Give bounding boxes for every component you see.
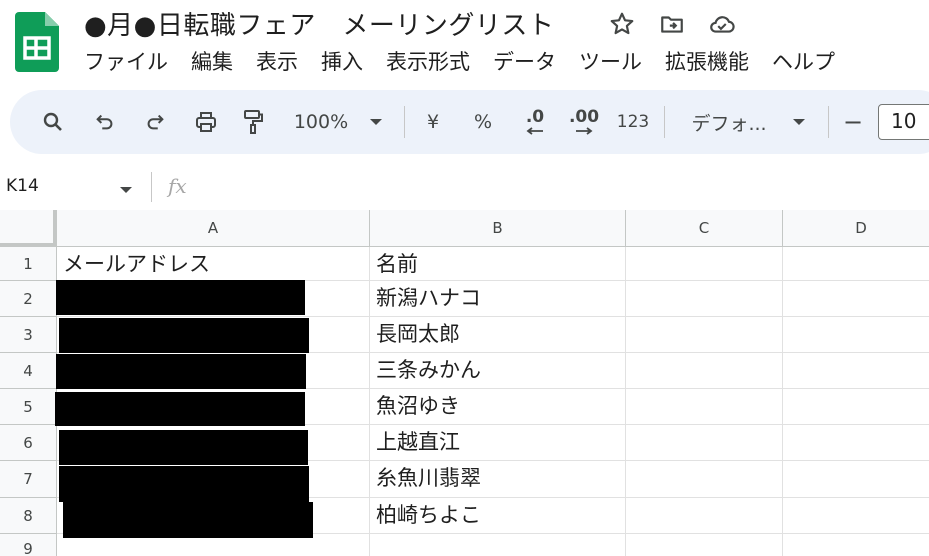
cell-d9[interactable] — [783, 534, 929, 556]
cell-b7[interactable]: 糸魚川翡翠 — [370, 461, 626, 498]
column-header-d[interactable]: D — [783, 210, 929, 247]
redo-icon[interactable] — [140, 90, 170, 154]
toolbar: 100% ¥ % .0 .00 123 デフォ... − 10 — [10, 90, 929, 154]
star-icon[interactable] — [606, 8, 638, 40]
decrease-decimal-label: .0 — [525, 107, 545, 127]
redacted-email-a8 — [63, 502, 313, 538]
arrow-right-icon — [576, 127, 593, 135]
menu-insert[interactable]: 挿入 — [321, 46, 363, 76]
menu-edit[interactable]: 編集 — [191, 46, 233, 76]
cell-b9[interactable] — [370, 534, 626, 556]
cell-b4[interactable]: 三条みかん — [370, 353, 626, 389]
font-chevron-down-icon[interactable] — [789, 90, 809, 154]
row-header-1[interactable]: 1 — [0, 247, 57, 281]
select-all-corner[interactable] — [0, 210, 57, 247]
menu-format[interactable]: 表示形式 — [386, 46, 470, 76]
row-header-8[interactable]: 8 — [0, 498, 57, 534]
row-header-2[interactable]: 2 — [0, 281, 57, 317]
cell-c5[interactable] — [626, 389, 783, 425]
increase-decimal-label: .00 — [568, 107, 600, 127]
cell-d4[interactable] — [783, 353, 929, 389]
search-icon[interactable] — [38, 90, 68, 154]
column-header-b[interactable]: B — [370, 210, 626, 247]
cell-d3[interactable] — [783, 317, 929, 353]
redacted-email-a5 — [55, 392, 305, 426]
cell-d2[interactable] — [783, 281, 929, 317]
name-box-chevron-down-icon[interactable] — [119, 180, 133, 199]
undo-icon[interactable] — [90, 90, 120, 154]
menu-tools[interactable]: ツール — [579, 46, 642, 76]
name-box[interactable]: K14 — [6, 176, 39, 196]
menu-data[interactable]: データ — [493, 46, 556, 76]
redacted-email-a7 — [59, 466, 309, 502]
cell-d6[interactable] — [783, 425, 929, 461]
menu-help[interactable]: ヘルプ — [772, 46, 835, 76]
cell-c3[interactable] — [626, 317, 783, 353]
cell-c7[interactable] — [626, 461, 783, 498]
chevron-down-icon[interactable] — [366, 90, 386, 154]
redacted-email-a4 — [56, 354, 306, 389]
cell-d7[interactable] — [783, 461, 929, 498]
spreadsheet-grid: A B C D 1 2 3 4 5 6 7 8 9 メールアドレス 名前 新潟ハ… — [0, 210, 929, 556]
sheets-logo-icon[interactable] — [15, 12, 59, 72]
cell-b5[interactable]: 魚沼ゆき — [370, 389, 626, 425]
redacted-email-a3 — [59, 318, 309, 353]
menu-file[interactable]: ファイル — [84, 46, 168, 76]
row-header-4[interactable]: 4 — [0, 353, 57, 389]
zoom-select[interactable]: 100% — [290, 90, 352, 154]
menu-view[interactable]: 表示 — [256, 46, 298, 76]
print-icon[interactable] — [190, 90, 222, 154]
percent-format-button[interactable]: % — [470, 90, 496, 154]
cell-b2[interactable]: 新潟ハナコ — [370, 281, 626, 317]
row-header-9[interactable]: 9 — [0, 534, 57, 556]
decrease-font-size-button[interactable]: − — [842, 90, 864, 154]
number-format-button[interactable]: 123 — [616, 90, 650, 154]
currency-format-button[interactable]: ¥ — [422, 90, 444, 154]
arrow-left-icon — [526, 127, 543, 135]
cell-c1[interactable] — [626, 247, 783, 281]
row-header-7[interactable]: 7 — [0, 461, 57, 498]
fx-icon: fx — [168, 174, 187, 198]
cell-b1[interactable]: 名前 — [370, 247, 626, 281]
cell-d8[interactable] — [783, 498, 929, 534]
font-select[interactable]: デフォ... — [684, 90, 774, 154]
decrease-decimal-button[interactable]: .0 — [518, 90, 552, 154]
cell-b3[interactable]: 長岡太郎 — [370, 317, 626, 353]
row-header-5[interactable]: 5 — [0, 389, 57, 425]
paint-format-icon[interactable] — [238, 90, 268, 154]
document-title[interactable]: ●月●日転職フェア メーリングリスト — [84, 5, 554, 42]
cell-a1[interactable]: メールアドレス — [57, 247, 370, 281]
row-header-3[interactable]: 3 — [0, 317, 57, 353]
column-header-a[interactable]: A — [57, 210, 370, 247]
cell-d1[interactable] — [783, 247, 929, 281]
cell-d5[interactable] — [783, 389, 929, 425]
font-size-input[interactable]: 10 — [878, 104, 929, 140]
redacted-email-a6 — [59, 430, 308, 465]
cell-b8[interactable]: 柏崎ちよこ — [370, 498, 626, 534]
menu-extensions[interactable]: 拡張機能 — [665, 46, 749, 76]
cell-c4[interactable] — [626, 353, 783, 389]
cell-c9[interactable] — [626, 534, 783, 556]
cell-c2[interactable] — [626, 281, 783, 317]
menu-bar: ファイル 編集 表示 挿入 表示形式 データ ツール 拡張機能 ヘルプ — [84, 46, 858, 76]
move-to-folder-icon[interactable] — [656, 8, 688, 40]
cloud-status-icon[interactable] — [706, 8, 738, 40]
redacted-email-a2 — [56, 280, 305, 315]
cell-b6[interactable]: 上越直江 — [370, 425, 626, 461]
row-header-6[interactable]: 6 — [0, 425, 57, 461]
cell-c6[interactable] — [626, 425, 783, 461]
increase-decimal-button[interactable]: .00 — [564, 90, 604, 154]
column-header-c[interactable]: C — [626, 210, 783, 247]
cell-c8[interactable] — [626, 498, 783, 534]
